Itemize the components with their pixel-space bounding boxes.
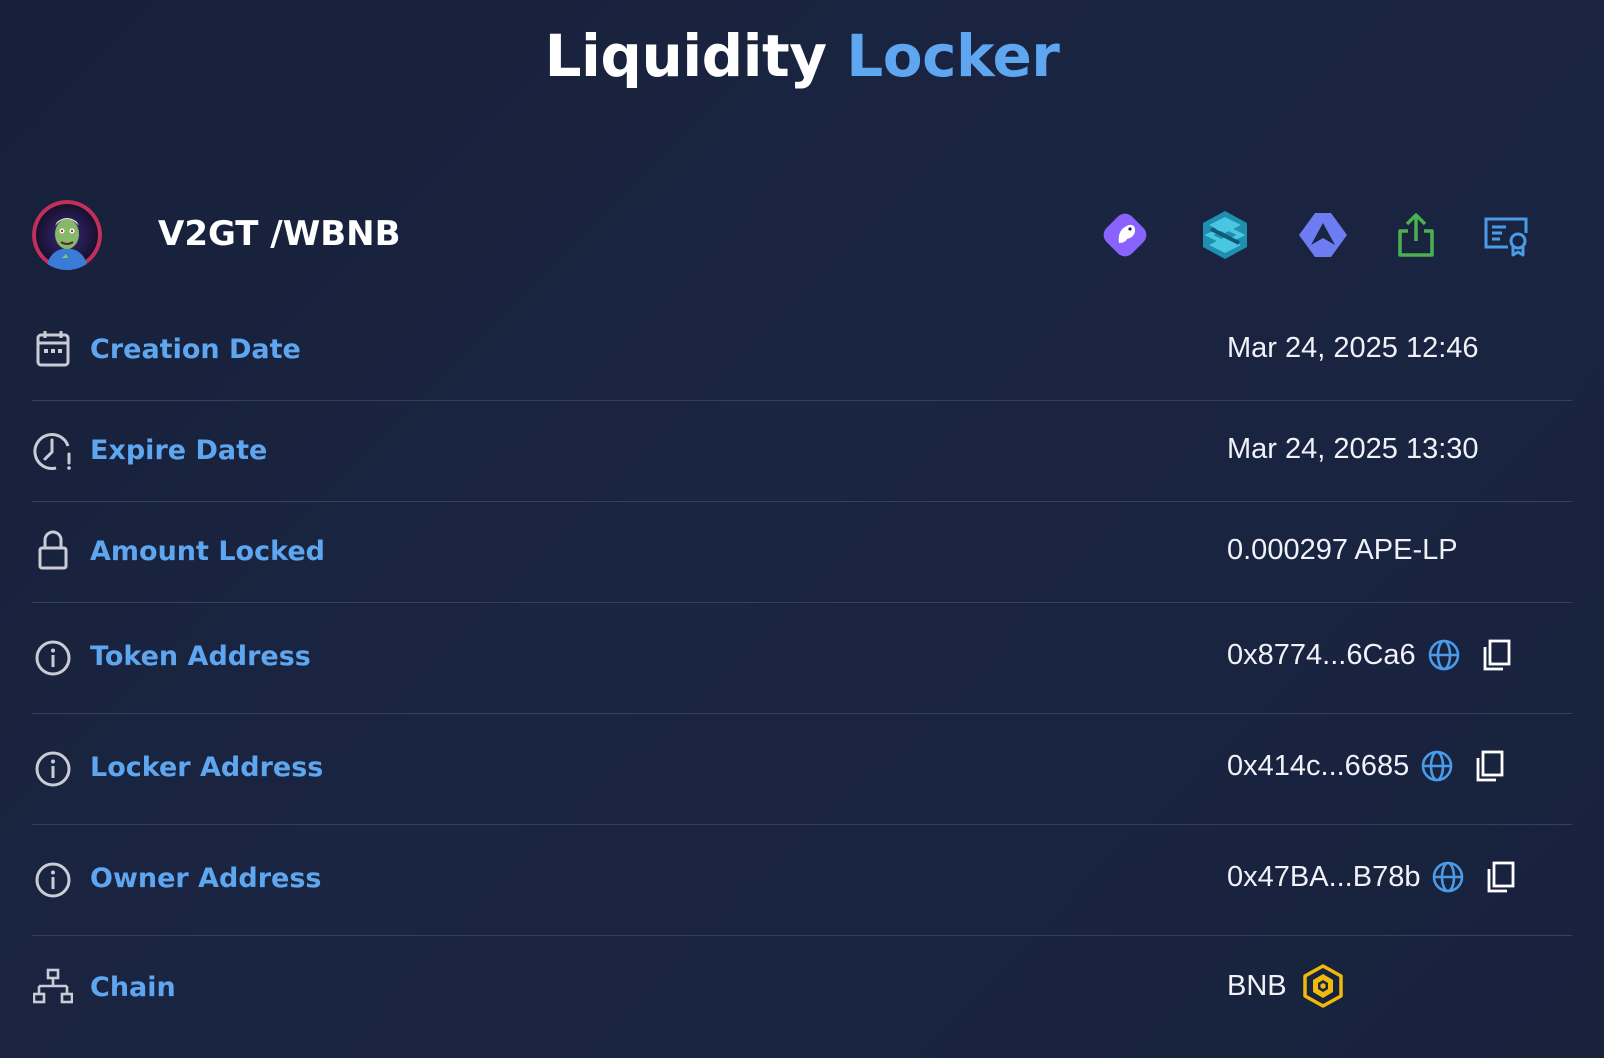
title-main: Liquidity [544, 22, 827, 90]
expire-date-label: Expire Date [90, 435, 268, 466]
expire-date-row: Expire Date Mar 24, 2025 13:30 [32, 401, 1572, 502]
dextools-icon [1203, 211, 1247, 259]
certificate-icon [1484, 217, 1528, 257]
owner-address-label: Owner Address [90, 863, 322, 894]
external-links [32, 206, 1572, 264]
info-icon [32, 748, 74, 790]
lock-icon [32, 530, 74, 572]
chain-value: BNB [1227, 964, 1345, 1008]
page-title: Liquidity Locker [0, 22, 1604, 90]
dexview-link[interactable] [1096, 206, 1154, 264]
dexscreener-icon [1299, 213, 1347, 257]
owner-copy-button[interactable] [1482, 859, 1518, 895]
clock-alert-icon [32, 430, 74, 472]
creation-date-text: Mar 24, 2025 12:46 [1227, 332, 1479, 364]
copy-icon [1483, 639, 1511, 671]
share-button[interactable] [1387, 206, 1445, 264]
copy-icon [1476, 750, 1504, 782]
expire-date-text: Mar 24, 2025 13:30 [1227, 433, 1479, 465]
creation-date-row: Creation Date Mar 24, 2025 12:46 [32, 300, 1572, 401]
title-accent: Locker [846, 22, 1060, 90]
copy-icon [1488, 861, 1515, 893]
locker-address-text: 0x414c...6685 [1227, 749, 1410, 782]
creation-date-value: Mar 24, 2025 12:46 [1227, 332, 1479, 365]
token-address-label: Token Address [90, 641, 311, 672]
chain-label: Chain [90, 972, 176, 1003]
bnb-logo-icon [1301, 964, 1345, 1008]
info-icon [32, 637, 74, 679]
dexscreener-link[interactable] [1294, 206, 1352, 264]
globe-icon [1428, 639, 1459, 671]
owner-address-row: Owner Address 0x47BA...B78b [32, 825, 1572, 936]
globe-icon [1433, 861, 1464, 893]
chain-text: BNB [1227, 969, 1287, 1002]
owner-address-value: 0x47BA...B78b [1227, 859, 1518, 895]
amount-locked-row: Amount Locked 0.000297 APE-LP [32, 502, 1572, 603]
owner-address-text: 0x47BA...B78b [1227, 860, 1421, 893]
token-address-row: Token Address 0x8774...6Ca6 [32, 603, 1572, 714]
dexview-icon [1103, 213, 1147, 257]
locker-address-row: Locker Address 0x414c...6685 [32, 714, 1572, 825]
chain-row: Chain BNB [32, 936, 1572, 1036]
globe-icon [1421, 750, 1453, 782]
expire-date-value: Mar 24, 2025 13:30 [1227, 433, 1479, 466]
locker-explorer-link[interactable] [1419, 748, 1455, 784]
locker-address-label: Locker Address [90, 752, 324, 783]
token-copy-button[interactable] [1478, 637, 1514, 673]
amount-locked-text: 0.000297 APE-LP [1227, 534, 1458, 566]
creation-date-label: Creation Date [90, 334, 301, 365]
pair-header: V2GT /WBNB [32, 198, 1572, 270]
lock-details: Creation Date Mar 24, 2025 12:46 Expire … [32, 300, 1572, 1036]
locker-copy-button[interactable] [1471, 748, 1507, 784]
amount-locked-value: 0.000297 APE-LP [1227, 534, 1458, 567]
locker-address-value: 0x414c...6685 [1227, 748, 1507, 784]
owner-explorer-link[interactable] [1430, 859, 1466, 895]
calendar-icon [32, 328, 74, 370]
token-address-text: 0x8774...6Ca6 [1227, 638, 1416, 671]
network-icon [32, 966, 74, 1008]
token-explorer-link[interactable] [1426, 637, 1462, 673]
info-icon [32, 859, 74, 901]
certificate-button[interactable] [1477, 206, 1535, 264]
amount-locked-label: Amount Locked [90, 536, 325, 567]
share-icon [1398, 213, 1434, 257]
token-address-value: 0x8774...6Ca6 [1227, 637, 1514, 673]
dextools-link[interactable] [1196, 206, 1254, 264]
